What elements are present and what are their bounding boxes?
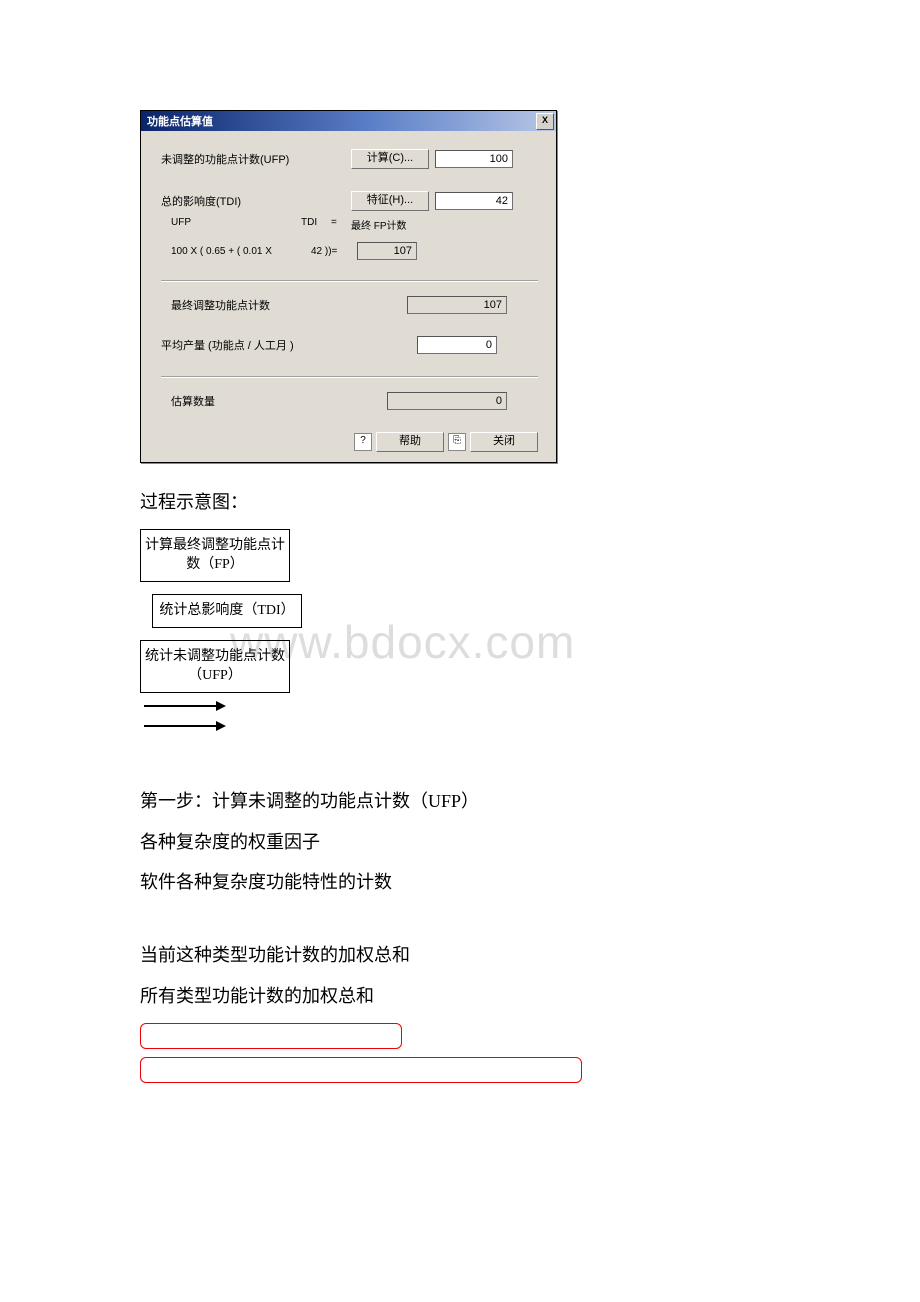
highlight-box-1 <box>140 1023 402 1049</box>
diagram-box-2: 统计总影响度（TDI） <box>152 594 302 628</box>
titlebar: 功能点估算值 X <box>141 111 556 131</box>
ufp-label: 未调整的功能点计数(UFP) <box>161 151 351 167</box>
tdi-label: 总的影响度(TDI) <box>161 193 351 209</box>
final-fp-label: 最终调整功能点计数 <box>161 297 401 313</box>
divider <box>161 280 538 282</box>
fp-header: 最终 FP计数 <box>351 217 407 232</box>
avg-input[interactable]: 0 <box>417 336 497 354</box>
formula-part-a: 100 X ( 0.65 + ( 0.01 X <box>171 246 311 257</box>
arrow-1 <box>144 705 224 707</box>
close-button[interactable]: 关闭 <box>470 432 538 452</box>
help-icon: ? <box>354 433 372 451</box>
est-label: 估算数量 <box>161 393 381 409</box>
help-button[interactable]: 帮助 <box>376 432 444 452</box>
diagram-box-3: 统计未调整功能点计数（UFP） <box>140 640 290 693</box>
est-value: 0 <box>387 392 507 410</box>
arrow-2 <box>144 725 224 727</box>
line5-text: 所有类型功能计数的加权总和 <box>140 982 880 1011</box>
formula-part-b: 42 ))= <box>311 246 351 257</box>
step1-text: 第一步：计算未调整的功能点计数（UFP） <box>140 787 880 816</box>
close-icon[interactable]: X <box>536 113 554 130</box>
feature-button[interactable]: 特征(H)... <box>351 191 429 211</box>
avg-label: 平均产量 (功能点 / 人工月 ) <box>161 337 411 353</box>
tdi-input[interactable]: 42 <box>435 192 513 210</box>
dialog-body: 未调整的功能点计数(UFP) 计算(C)... 100 总的影响度(TDI) 特… <box>141 131 556 462</box>
highlight-box-2 <box>140 1057 582 1083</box>
diagram-caption: 过程示意图： <box>140 488 880 517</box>
line4-text: 当前这种类型功能计数的加权总和 <box>140 941 880 970</box>
final-fp-value: 107 <box>407 296 507 314</box>
ufp-input[interactable]: 100 <box>435 150 513 168</box>
eq-sign: = <box>331 217 351 232</box>
tdi-header: TDI <box>301 217 331 232</box>
diagram-box-1: 计算最终调整功能点计数（FP） <box>140 529 290 582</box>
ufp-header: UFP <box>171 217 301 232</box>
door-icon: ⎘ <box>448 433 466 451</box>
divider-2 <box>161 376 538 378</box>
line2-text: 各种复杂度的权重因子 <box>140 828 880 857</box>
line3-text: 软件各种复杂度功能特性的计数 <box>140 868 880 897</box>
calc-button[interactable]: 计算(C)... <box>351 149 429 169</box>
dialog-title: 功能点估算值 <box>147 113 213 129</box>
fp-output: 107 <box>357 242 417 260</box>
dialog-window: 功能点估算值 X 未调整的功能点计数(UFP) 计算(C)... 100 总的影… <box>140 110 557 463</box>
